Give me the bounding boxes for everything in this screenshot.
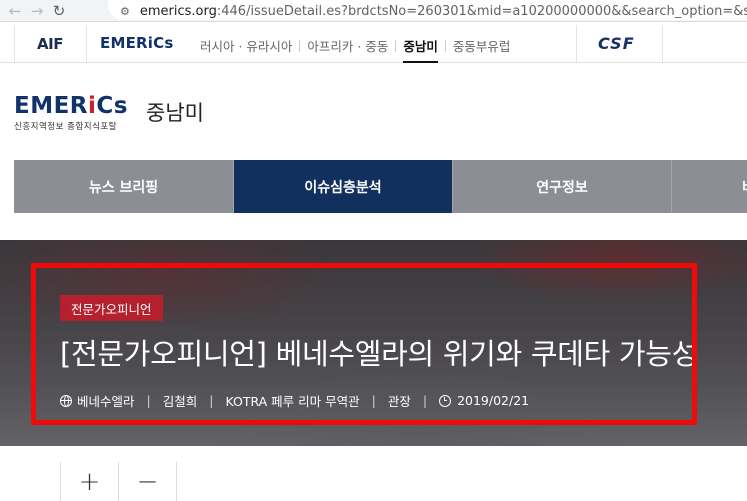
- portal-menu: 러시아 · 유라시아 아프리카 · 중동 중남미 중동부유럽: [200, 36, 511, 63]
- divider: [86, 25, 87, 63]
- divider: [662, 25, 663, 63]
- font-size-controls: + −: [60, 462, 177, 501]
- browser-toolbar: ← → ↻ ⚙ emerics.org:446/issueDetail.es?b…: [0, 0, 747, 22]
- article-hero: 전문가오피니언 [전문가오피니언] 베네수엘라의 위기와 쿠데타 가능성 베네수…: [0, 240, 747, 446]
- tab-research-info[interactable]: 연구정보: [453, 160, 672, 213]
- divider: [14, 25, 15, 63]
- csf-logo[interactable]: CSF: [598, 34, 635, 53]
- font-decrease-button[interactable]: −: [119, 462, 177, 501]
- emerics-portal-logo[interactable]: EMERiCs: [100, 34, 173, 52]
- site-tagline: 신흥지역정보 종합지식포탈: [14, 122, 118, 132]
- divider: [576, 25, 577, 63]
- arrow-right-icon[interactable]: →: [26, 2, 48, 20]
- tab-partial[interactable]: 비: [672, 160, 747, 213]
- aif-logo[interactable]: AIF: [24, 33, 76, 55]
- portal-menu-latin-america[interactable]: 중남미: [403, 36, 438, 63]
- arrow-left-icon[interactable]: ←: [4, 2, 26, 20]
- portal-bar: AIF EMERiCs 러시아 · 유라시아 아프리카 · 중동 중남미 중동부…: [0, 25, 747, 63]
- site-logo[interactable]: EMERiCs 신흥지역정보 종합지식포탈: [14, 93, 128, 133]
- reload-icon[interactable]: ↻: [48, 2, 70, 20]
- portal-menu-central-eastern-europe[interactable]: 중동부유럽: [453, 36, 511, 55]
- portal-menu-eurasia[interactable]: 러시아 · 유라시아: [200, 36, 292, 55]
- divider: [299, 39, 301, 52]
- highlight-box: [31, 263, 697, 425]
- address-bar[interactable]: ⚙ emerics.org:446/issueDetail.es?brdctsN…: [108, 0, 747, 20]
- site-logo-text: EMERiCs: [14, 93, 128, 119]
- divider: [444, 39, 446, 52]
- divider: [395, 39, 397, 52]
- url-text: emerics.org:446/issueDetail.es?brdctsNo=…: [139, 3, 747, 19]
- region-title: 중남미: [146, 101, 204, 125]
- tab-issue-analysis[interactable]: 이슈심층분석: [234, 160, 453, 213]
- tune-icon[interactable]: ⚙: [120, 5, 130, 18]
- tab-news-briefing[interactable]: 뉴스 브리핑: [14, 160, 234, 213]
- portal-menu-africa-middle-east[interactable]: 아프리카 · 중동: [307, 36, 388, 55]
- main-nav: 뉴스 브리핑 이슈심층분석 연구정보 비: [14, 160, 747, 213]
- font-increase-button[interactable]: +: [61, 462, 119, 501]
